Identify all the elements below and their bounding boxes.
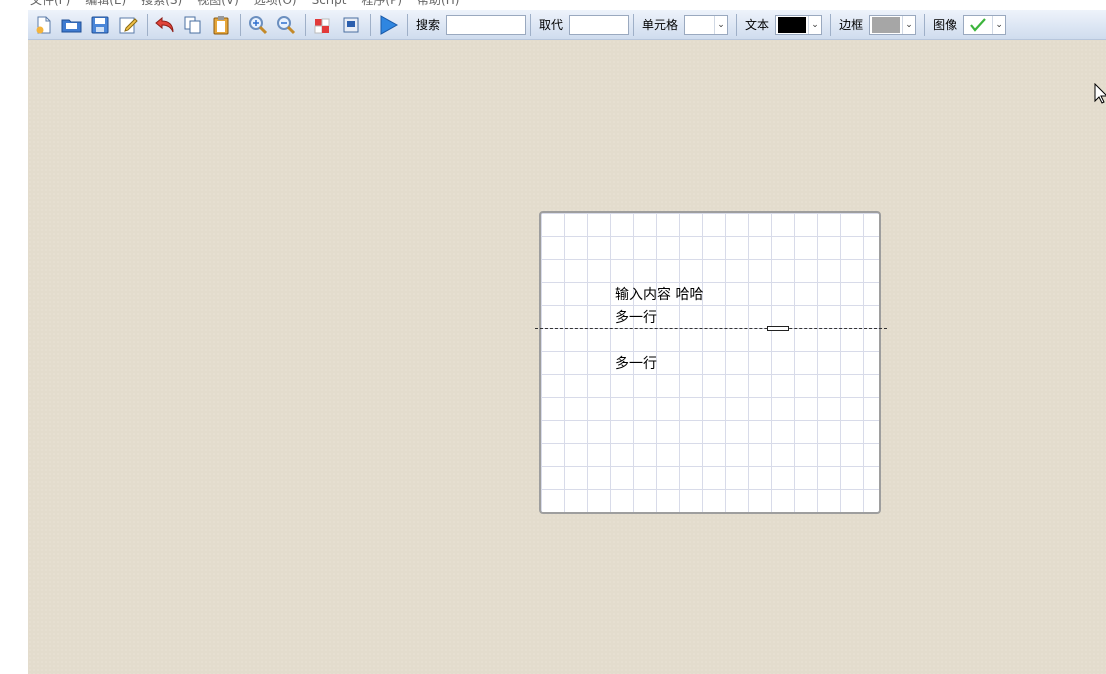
zoom-in-button[interactable] — [245, 12, 271, 38]
new-file-icon — [36, 16, 51, 33]
chevron-down-icon[interactable]: ⌄ — [902, 15, 915, 34]
toolbar-separator — [147, 13, 148, 36]
open-button[interactable] — [59, 12, 85, 38]
menu-view[interactable]: 视图(V) — [197, 0, 239, 9]
toolbar-separator — [305, 13, 306, 36]
menu-bar: 文件(F) 编辑(E) 搜索(S) 视图(V) 选项(O) Script 程序(… — [0, 0, 1106, 9]
menu-file[interactable]: 文件(F) — [30, 0, 70, 9]
chevron-down-icon[interactable]: ⌄ — [714, 15, 727, 34]
toolbar-separator — [830, 13, 832, 36]
window-icon — [343, 17, 359, 32]
save-button[interactable] — [87, 12, 113, 38]
chevron-down-icon[interactable]: ⌄ — [808, 15, 821, 34]
cell-combo[interactable]: ⌄ — [684, 14, 729, 35]
toolbar: 搜索 取代 单元格 ⌄ 文本 ⌄ 边框 ⌄ 图像 ⌄ — [28, 10, 1106, 40]
menu-options[interactable]: 选项(O) — [254, 0, 297, 9]
border-color-combo[interactable]: ⌄ — [869, 14, 917, 35]
grid-card[interactable]: 输入内容 哈哈 多一行 多一行 — [535, 211, 887, 514]
menu-search[interactable]: 搜索(S) — [141, 0, 182, 9]
chevron-down-icon[interactable]: ⌄ — [992, 15, 1005, 34]
toolbar-separator — [407, 13, 408, 36]
toolbar-separator — [633, 13, 635, 36]
left-margin — [0, 40, 28, 674]
play-icon — [380, 14, 399, 35]
search-input[interactable] — [446, 14, 527, 35]
zoom-out-icon — [277, 15, 296, 34]
puzzle-icon — [314, 18, 330, 33]
cell-text-content[interactable]: 输入内容 哈哈 — [615, 286, 703, 304]
image-value — [964, 17, 992, 32]
new-file-button[interactable] — [31, 12, 57, 38]
toolbar-separator — [240, 13, 241, 36]
mouse-cursor-icon — [1094, 83, 1106, 104]
zoom-in-icon — [249, 15, 268, 34]
cell-text-line[interactable]: 多一行 — [615, 309, 657, 327]
replace-label: 取代 — [539, 18, 564, 32]
toolbar-separator — [736, 13, 738, 36]
run-button[interactable] — [375, 12, 401, 38]
zoom-out-button[interactable] — [273, 12, 299, 38]
open-folder-icon — [61, 19, 82, 32]
search-label: 搜索 — [416, 18, 441, 32]
image-label: 图像 — [933, 18, 958, 32]
copy-button[interactable] — [180, 12, 206, 38]
image-combo[interactable]: ⌄ — [963, 14, 1007, 35]
text-label: 文本 — [745, 18, 770, 32]
menu-edit[interactable]: 编辑(E) — [85, 0, 126, 9]
toolbar-separator — [530, 13, 532, 36]
text-color-combo[interactable]: ⌄ — [775, 14, 823, 35]
save-icon — [91, 16, 109, 33]
toolbar-separator — [370, 13, 371, 36]
row-split-guide — [535, 328, 887, 329]
undo-button[interactable] — [152, 12, 178, 38]
border-label: 边框 — [839, 18, 864, 32]
menu-script[interactable]: Script — [312, 0, 347, 9]
text-color-swatch — [778, 16, 807, 33]
edit-button[interactable] — [115, 12, 141, 38]
toolbar-separator — [924, 13, 926, 36]
paste-icon — [213, 15, 229, 34]
undo-icon — [155, 16, 174, 32]
menu-program[interactable]: 程序(P) — [361, 0, 402, 9]
cell-label: 单元格 — [642, 18, 679, 32]
paste-button[interactable] — [208, 12, 234, 38]
puzzle-button[interactable] — [310, 12, 336, 38]
window-button[interactable] — [338, 12, 364, 38]
replace-input[interactable] — [569, 14, 630, 35]
menu-help[interactable]: 帮助(H) — [417, 0, 459, 9]
resize-handle[interactable] — [767, 326, 789, 331]
edit-icon — [119, 17, 138, 33]
border-color-swatch — [872, 16, 901, 33]
checkmark-icon — [970, 17, 986, 32]
cell-text-line[interactable]: 多一行 — [615, 355, 657, 373]
copy-icon — [184, 16, 201, 33]
